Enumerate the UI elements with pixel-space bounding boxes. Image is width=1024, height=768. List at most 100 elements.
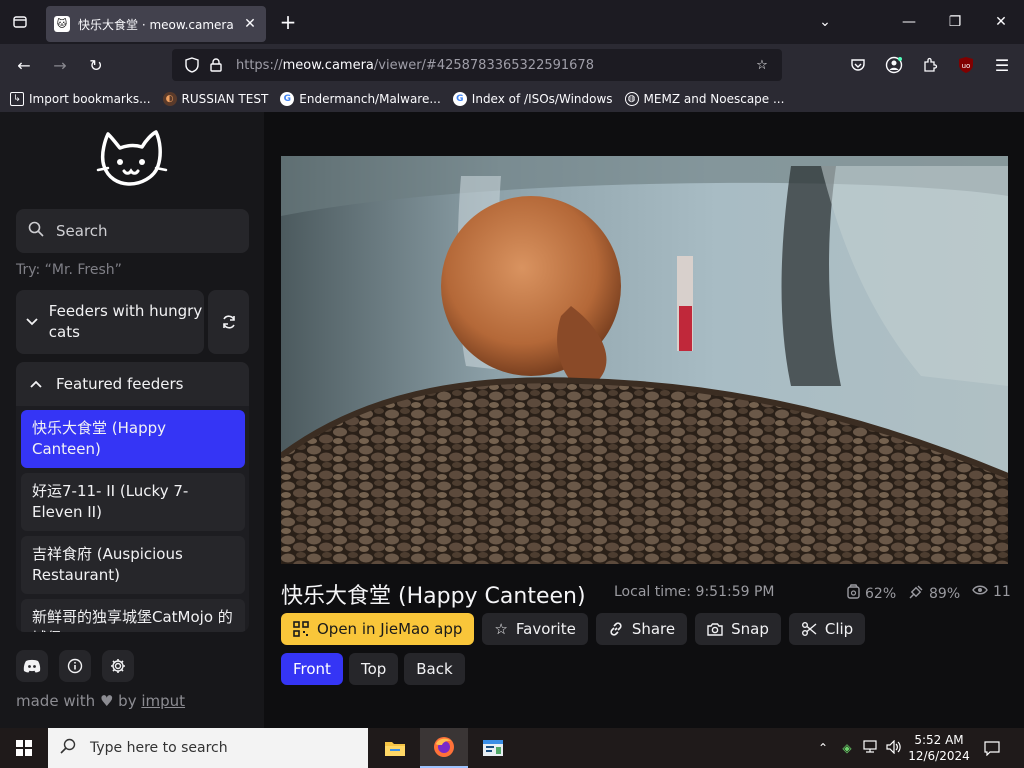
food-bag-icon <box>847 584 860 603</box>
feeder-lucky-7-eleven[interactable]: 好运7-11- II (Lucky 7-Eleven II) <box>21 473 245 531</box>
camera-image <box>281 156 1008 564</box>
notifications-icon[interactable] <box>980 728 1004 768</box>
new-tab-button[interactable]: + <box>270 4 306 40</box>
gear-icon <box>111 659 125 673</box>
start-button[interactable] <box>0 728 48 768</box>
favorite-button[interactable]: ☆ Favorite <box>482 613 588 645</box>
qr-code-icon <box>293 621 309 637</box>
tab-list-icon[interactable] <box>0 0 40 44</box>
browser-tab-bar: 🐱 快乐大食堂 · meow.camera ✕ + ⌄ — ❐ ✕ <box>0 0 1024 44</box>
windows-taskbar: Type here to search ⌃ ◈ 5:52 AM 12/6/202… <box>0 728 1024 768</box>
globe-icon: ◍ <box>624 92 639 106</box>
feeder-happy-canteen[interactable]: 快乐大食堂 (Happy Canteen) <box>21 410 245 468</box>
url-bar[interactable]: https://meow.camera/viewer/#425878336532… <box>172 49 782 81</box>
firefox-icon[interactable] <box>420 728 468 768</box>
reload-icon[interactable]: ↻ <box>78 47 114 83</box>
star-icon: ☆ <box>494 620 508 638</box>
minimize-icon[interactable]: — <box>886 0 932 44</box>
action-buttons: Open in JieMao app ☆ Favorite Share Snap… <box>281 613 866 645</box>
refresh-button[interactable] <box>208 290 249 354</box>
camera-top-button[interactable]: Top <box>348 653 399 685</box>
ublock-icon[interactable]: uo <box>948 47 984 83</box>
camera-selector: Front Top Back <box>281 653 465 685</box>
feeder-auspicious-restaurant[interactable]: 吉祥食府 (Auspicious Restaurant) <box>21 536 245 594</box>
feeder-catmojo-castle[interactable]: 新鲜哥的独享城堡CatMojo 的城堡 <box>21 599 245 632</box>
info-button[interactable] <box>59 650 91 682</box>
info-icon <box>67 658 83 674</box>
heart-icon: ♥ <box>99 692 114 710</box>
import-icon: ↳ <box>10 92 24 106</box>
system-tray: ⌃ ◈ <box>812 728 906 768</box>
bookmark-memz[interactable]: ◍ MEMZ and Noescape ... <box>624 92 784 106</box>
settings-button[interactable] <box>102 650 134 682</box>
feeder-list[interactable]: 快乐大食堂 (Happy Canteen) 好运7-11- II (Lucky … <box>16 406 249 632</box>
clip-button[interactable]: Clip <box>788 613 866 645</box>
search-input[interactable]: Search <box>16 209 249 253</box>
tab-title: 快乐大食堂 · meow.camera <box>78 17 234 32</box>
open-in-app-button[interactable]: Open in JieMao app <box>281 613 475 645</box>
food-level-stat: 62% <box>847 584 896 603</box>
svg-text:uo: uo <box>962 62 971 70</box>
hungry-cats-toggle[interactable]: Feeders with hungry cats <box>16 290 204 354</box>
snap-button[interactable]: Snap <box>695 613 781 645</box>
author-link[interactable]: imput <box>141 692 185 710</box>
page-content: Search Try: “Mr. Fresh” Feeders with hun… <box>0 112 1024 728</box>
pocket-icon[interactable] <box>840 47 876 83</box>
bookmark-import[interactable]: ↳ Import bookmarks... <box>10 92 151 106</box>
cat-logo-icon[interactable] <box>96 126 168 190</box>
made-with-credit: made with ♥ by imput <box>16 692 186 710</box>
camera-back-button[interactable]: Back <box>404 653 465 685</box>
discord-icon <box>23 659 41 673</box>
hungry-cats-label: Feeders with hungry cats <box>48 302 203 341</box>
featured-feeders-label: Featured feeders <box>56 375 184 393</box>
browser-nav-bar: ← → ↻ https://meow.camera/viewer/#425878… <box>0 44 1024 86</box>
bookmarks-bar: ↳ Import bookmarks... ◐ RUSSIAN TEST G E… <box>0 86 1024 112</box>
url-text: https://meow.camera/viewer/#425878336532… <box>236 57 594 73</box>
bookmark-isos[interactable]: G Index of /ISOs/Windows <box>452 92 613 106</box>
browser-tab-active[interactable]: 🐱 快乐大食堂 · meow.camera ✕ <box>46 6 266 42</box>
close-window-icon[interactable]: ✕ <box>978 0 1024 44</box>
taskbar-search-input[interactable]: Type here to search <box>48 728 368 768</box>
list-all-tabs-icon[interactable]: ⌄ <box>802 0 848 44</box>
signal-stat: 89% <box>908 584 960 604</box>
featured-feeders-toggle[interactable]: Featured feeders <box>16 362 249 406</box>
bookmark-star-icon[interactable]: ☆ <box>750 58 774 73</box>
lock-icon[interactable] <box>204 58 228 72</box>
eye-icon <box>972 584 988 600</box>
share-button[interactable]: Share <box>595 613 688 645</box>
show-hidden-icons-icon[interactable]: ⌃ <box>812 741 834 755</box>
bookmark-russian-test[interactable]: ◐ RUSSIAN TEST <box>162 92 268 106</box>
tab-close-icon[interactable]: ✕ <box>242 16 258 32</box>
refresh-icon <box>222 315 235 329</box>
extensions-icon[interactable] <box>912 47 948 83</box>
viewers-stat: 11 <box>972 584 1011 600</box>
site-favicon-icon: ◐ <box>162 92 177 106</box>
discord-button[interactable] <box>16 650 48 682</box>
chevron-up-icon <box>16 377 56 392</box>
security-tray-icon[interactable]: ◈ <box>834 741 860 755</box>
sidebar: Search Try: “Mr. Fresh” Feeders with hun… <box>0 112 264 728</box>
network-icon[interactable] <box>860 739 882 757</box>
chevron-down-icon <box>16 315 49 330</box>
tab-favicon-icon: 🐱 <box>54 16 70 32</box>
search-icon <box>60 738 76 758</box>
menu-icon[interactable]: ☰ <box>984 47 1020 83</box>
camera-stream[interactable] <box>281 156 1008 564</box>
forward-icon[interactable]: → <box>42 47 78 83</box>
restore-icon[interactable]: ❐ <box>932 0 978 44</box>
search-icon <box>28 221 44 241</box>
taskbar-clock[interactable]: 5:52 AM 12/6/2024 <box>904 732 974 764</box>
windows-logo-icon <box>16 740 32 756</box>
camera-front-button[interactable]: Front <box>281 653 343 685</box>
search-hint: Try: “Mr. Fresh” <box>16 262 122 278</box>
bookmark-endermanch[interactable]: G Endermanch/Malware... <box>280 92 441 106</box>
terminal-app-icon[interactable] <box>469 728 517 768</box>
volume-icon[interactable] <box>882 739 906 757</box>
file-explorer-icon[interactable] <box>371 728 419 768</box>
shield-icon[interactable] <box>180 57 204 73</box>
link-icon <box>608 621 624 637</box>
account-icon[interactable] <box>876 47 912 83</box>
google-icon: G <box>280 92 295 106</box>
back-icon[interactable]: ← <box>6 47 42 83</box>
satellite-icon <box>908 584 924 604</box>
